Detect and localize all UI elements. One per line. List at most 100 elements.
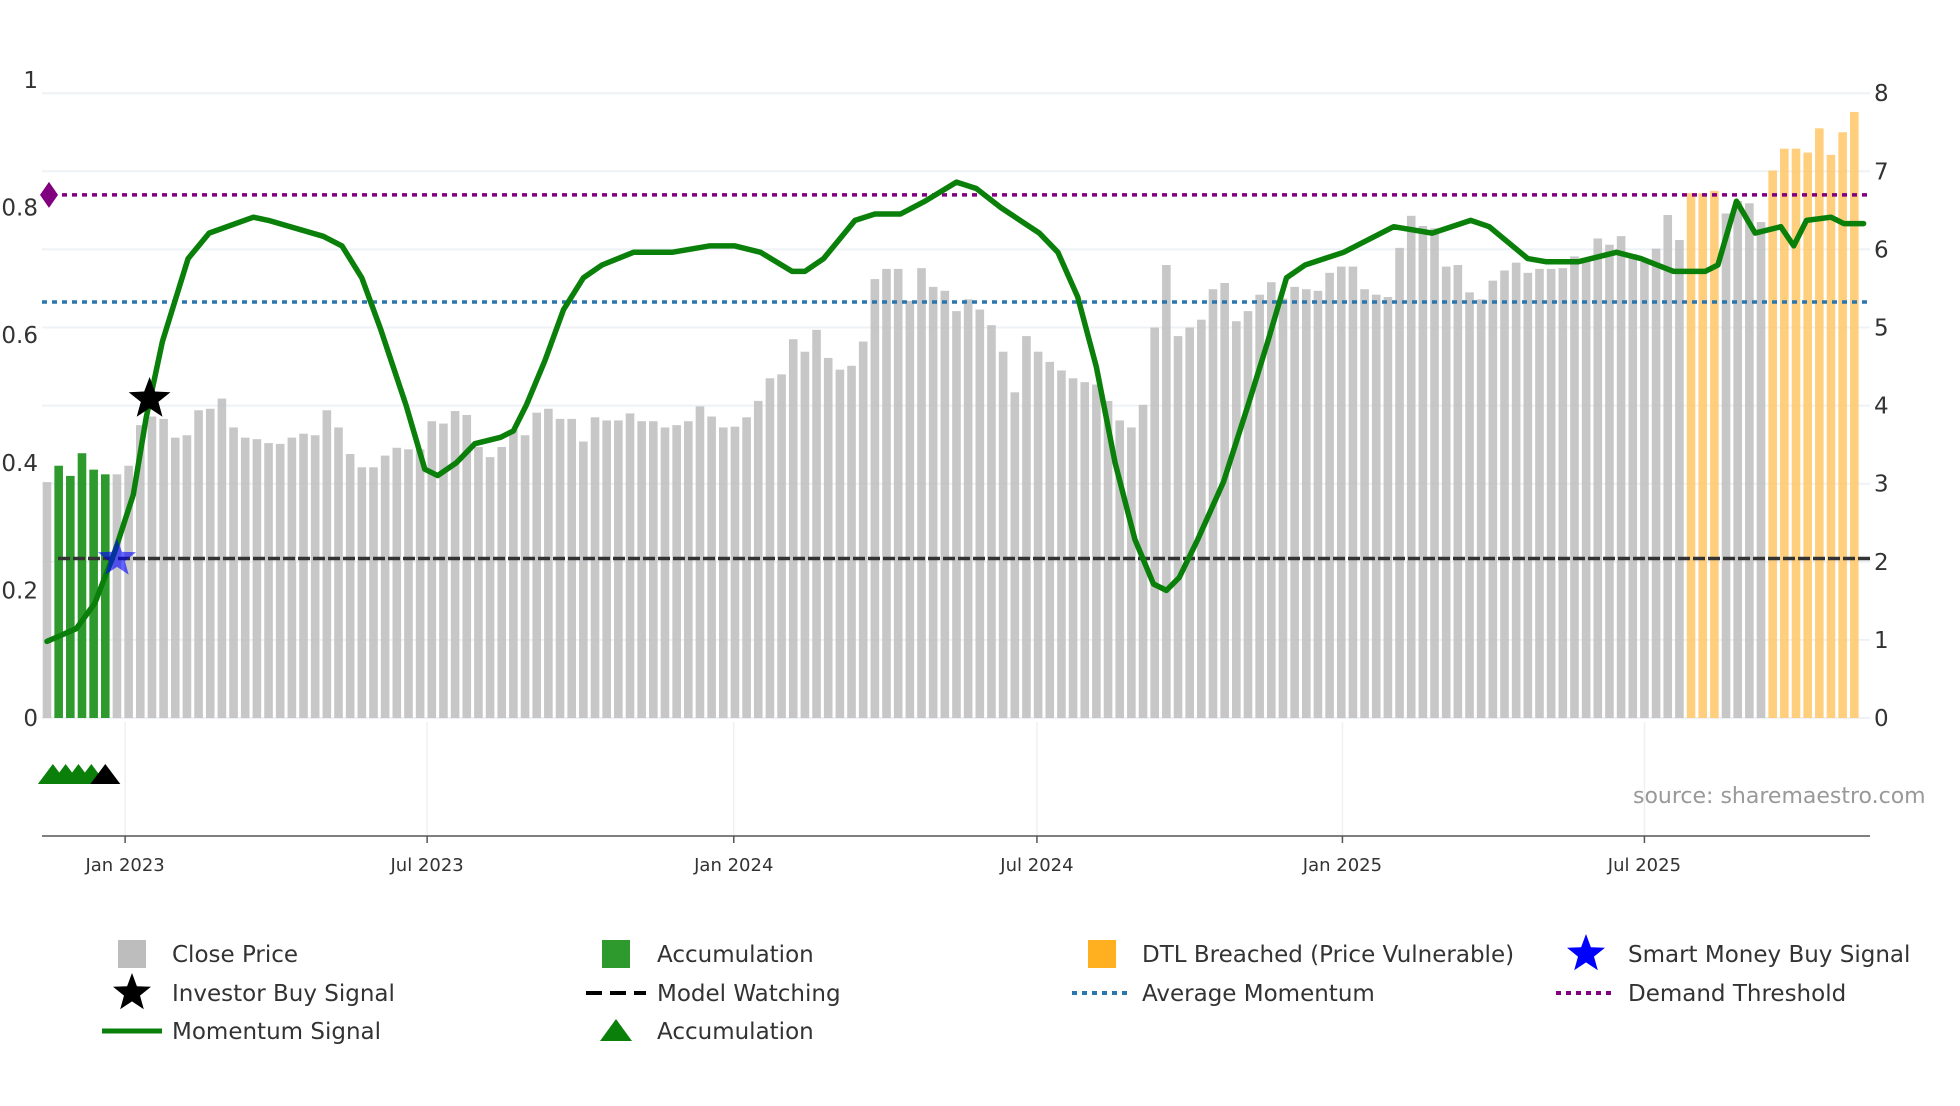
- left-axis-tick-label: 0.4: [1, 451, 38, 477]
- close-price-bar: [602, 420, 611, 718]
- close-price-bar: [170, 437, 180, 718]
- right-axis-tick-label: 6: [1874, 237, 1889, 263]
- right-axis-tick-label: 4: [1874, 394, 1889, 420]
- close-price-bar: [1173, 336, 1183, 718]
- close-price-bar: [275, 443, 285, 718]
- legend-swatch-accumulation_bar: [602, 940, 630, 968]
- accumulation-bar: [66, 475, 75, 718]
- left-axis-tick-label: 0: [23, 706, 38, 732]
- close-price-bar: [1220, 282, 1229, 718]
- close-price-bar: [695, 406, 705, 718]
- close-price-bar: [1010, 392, 1020, 718]
- close-price-bar: [532, 412, 542, 718]
- legend-triangle-icon: [600, 1019, 632, 1041]
- dtl-breached-bar: [1826, 154, 1836, 719]
- close-price-bar: [392, 447, 402, 718]
- close-price-bar: [707, 416, 716, 718]
- close-price-bar: [1651, 248, 1661, 718]
- close-price-bar: [1150, 327, 1159, 718]
- legend-label-momentum: Momentum Signal: [172, 1019, 381, 1045]
- close-price-bar: [1092, 384, 1101, 718]
- close-price-bar: [928, 286, 938, 718]
- close-price-bar: [112, 474, 122, 718]
- close-price-bar: [917, 268, 926, 718]
- close-price-bar: [1068, 378, 1078, 718]
- close-price-bar: [858, 341, 868, 718]
- close-price-bar: [520, 435, 530, 718]
- close-price-bar: [1406, 215, 1416, 718]
- close-price-bar: [579, 441, 588, 718]
- close-price-bar: [182, 435, 192, 718]
- left-axis-tick-label: 1: [23, 68, 38, 94]
- legend-label-investor: Investor Buy Signal: [172, 981, 395, 1007]
- close-price-bar: [1057, 370, 1066, 718]
- left-axis-tick-label: 0.2: [1, 578, 38, 604]
- x-tick-label: Jan 2023: [84, 855, 164, 876]
- close-price-bar: [1360, 289, 1369, 718]
- close-price-bar: [1640, 261, 1649, 718]
- x-tick-label: Jan 2025: [1302, 855, 1382, 876]
- close-price-bar: [823, 357, 833, 718]
- close-price-bar: [1045, 361, 1055, 718]
- close-price-bar: [147, 416, 157, 718]
- close-price-bar: [1745, 203, 1754, 719]
- accumulation-bar: [54, 465, 63, 718]
- close-price-bar: [1371, 294, 1381, 718]
- source-label: source: sharemaestro.com: [1633, 784, 1926, 809]
- close-price-bar: [380, 455, 390, 718]
- close-price-bar: [1733, 200, 1742, 718]
- close-price-bar: [1290, 286, 1299, 718]
- accumulation-bar: [101, 474, 110, 718]
- close-price-bar: [1383, 297, 1393, 718]
- close-price-bar: [1721, 213, 1731, 718]
- close-price-bar: [1395, 247, 1404, 718]
- close-price-bar: [264, 443, 273, 718]
- close-price-bar: [415, 449, 425, 718]
- close-price-bar: [625, 413, 635, 718]
- legend-label-close_price: Close Price: [172, 942, 298, 968]
- close-price-bar: [462, 414, 472, 718]
- close-price-bar: [369, 467, 378, 718]
- right-axis-tick-label: 2: [1874, 550, 1889, 576]
- close-price-bar: [812, 329, 821, 718]
- close-price-bar: [730, 426, 740, 718]
- close-price-bar: [194, 410, 203, 718]
- legend-label-demand_threshold: Demand Threshold: [1628, 981, 1846, 1007]
- left-axis-tick-label: 0.8: [1, 196, 38, 222]
- close-price-bar: [1558, 268, 1568, 718]
- x-tick-label: Jul 2024: [999, 855, 1073, 876]
- legend-label-model_watching: Model Watching: [657, 981, 841, 1007]
- price-bars: [42, 111, 1859, 719]
- right-axis-tick-label: 1: [1874, 628, 1889, 654]
- legend-label-avg_momentum: Average Momentum: [1142, 981, 1375, 1007]
- close-price-bar: [952, 311, 961, 718]
- close-price-bar: [1185, 327, 1194, 718]
- close-price-bar: [310, 435, 320, 718]
- legend-label-accumulation_marker: Accumulation: [657, 1019, 814, 1045]
- close-price-bar: [1476, 299, 1486, 718]
- close-price-bar: [1441, 266, 1451, 718]
- close-price-bar: [614, 420, 623, 718]
- close-price-bar: [672, 425, 681, 718]
- close-price-bar: [1663, 215, 1673, 718]
- legend-label-dtl: DTL Breached (Price Vulnerable): [1142, 942, 1514, 968]
- x-tick-label: Jan 2024: [693, 855, 773, 876]
- close-price-bar: [1675, 240, 1684, 718]
- legend-label-accumulation_bar: Accumulation: [657, 942, 814, 968]
- close-price-bar: [357, 467, 367, 718]
- close-price-bar: [1581, 260, 1591, 718]
- dtl-breached-bar: [1850, 111, 1859, 719]
- close-price-bar: [1243, 311, 1253, 718]
- close-price-bar: [765, 378, 775, 718]
- close-price-bar: [975, 309, 985, 718]
- close-price-bar: [567, 418, 576, 718]
- close-price-bar: [963, 299, 973, 718]
- close-price-bar: [718, 427, 728, 718]
- close-price-bar: [229, 427, 238, 718]
- close-price-bar: [742, 417, 751, 718]
- close-price-bar: [1628, 254, 1638, 718]
- close-price-bar: [998, 351, 1008, 718]
- close-price-bar: [345, 454, 355, 718]
- close-price-bar: [788, 339, 798, 718]
- close-price-bar: [1500, 270, 1509, 718]
